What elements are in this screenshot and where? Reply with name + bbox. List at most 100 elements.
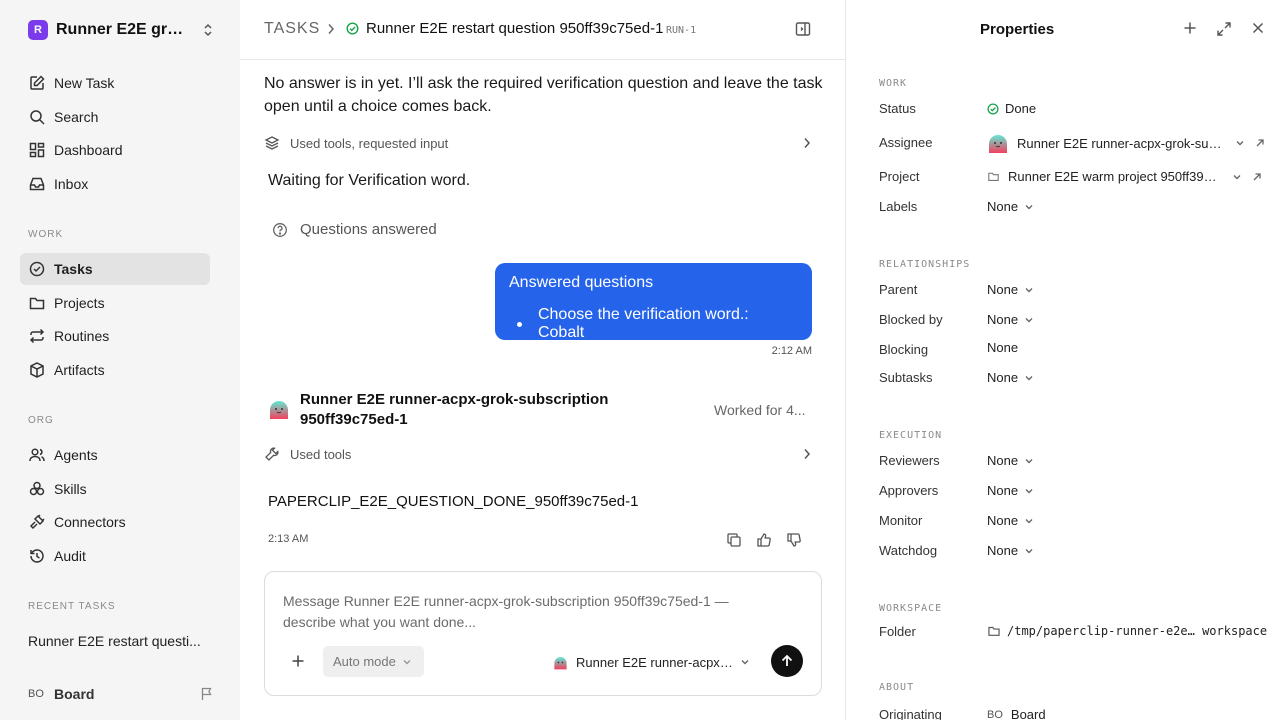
agent-selector-label: Runner E2E runner-acpx-... — [576, 654, 734, 670]
dashboard-icon — [28, 141, 46, 159]
approvers-text: None — [987, 483, 1019, 498]
flag-icon[interactable] — [200, 687, 214, 701]
chevron-down-icon — [1024, 516, 1034, 526]
message-composer: Message Runner E2E runner-acpx-grok-subs… — [264, 571, 822, 696]
questions-answered-label: Questions answered — [300, 221, 437, 238]
folder-path: /tmp/paperclip-runner-e2e… workspace — [1007, 624, 1268, 638]
folder-value[interactable]: /tmp/paperclip-runner-e2e… workspace — [987, 624, 1267, 638]
chevron-down-icon — [1024, 486, 1034, 496]
blocking-value: None — [987, 340, 1018, 355]
labels-label: Labels — [879, 199, 918, 214]
originating-value[interactable]: BO Board — [987, 707, 1046, 720]
chevron-down-icon — [1232, 172, 1242, 182]
questions-answered-row: Questions answered — [272, 221, 437, 238]
mode-selector[interactable]: Auto mode — [323, 646, 424, 677]
labels-value[interactable]: None — [987, 199, 1034, 214]
close-icon[interactable] — [1251, 21, 1265, 35]
workspace-name: Runner E2E grok-... — [56, 21, 192, 38]
nav-label: Dashboard — [54, 142, 123, 158]
users-icon — [28, 446, 46, 464]
blocking-text: None — [987, 340, 1019, 355]
board-footer[interactable]: BO Board — [28, 683, 214, 705]
watchdog-value[interactable]: None — [987, 543, 1034, 558]
nav-agents[interactable]: Agents — [20, 439, 210, 471]
about-heading: ABOUT — [879, 682, 915, 693]
result-timestamp: 2:13 AM — [268, 533, 309, 545]
tool-usage-row[interactable]: Used tools — [264, 444, 812, 464]
monitor-label: Monitor — [879, 513, 923, 528]
chevron-down-icon — [1024, 315, 1034, 325]
blocked-by-value[interactable]: None — [987, 312, 1034, 327]
agent-avatar — [553, 655, 568, 670]
assignee-value[interactable]: Runner E2E runner-acpx-grok-sub... — [987, 132, 1267, 154]
chevron-right-icon — [802, 136, 812, 150]
project-name: Runner E2E warm project 950ff39c... — [1008, 169, 1220, 184]
chevron-down-icon — [1024, 373, 1034, 383]
nav-new-task[interactable]: New Task — [20, 67, 210, 99]
agent-name: Runner E2E runner-acpx-grok-subscription… — [300, 391, 609, 428]
nav-skills[interactable]: Skills — [20, 473, 210, 505]
agent-avatar — [987, 132, 1009, 154]
chevron-down-icon — [1235, 138, 1245, 148]
chevron-down-icon — [1024, 546, 1034, 556]
panel-toggle-icon[interactable] — [794, 20, 812, 38]
workspace-switcher[interactable]: R Runner E2E grok-... — [28, 19, 214, 41]
chevron-down-icon — [1024, 202, 1034, 212]
nav-dashboard[interactable]: Dashboard — [20, 134, 210, 166]
worked-for[interactable]: Worked for 4... — [714, 402, 814, 418]
approvers-value[interactable]: None — [987, 483, 1034, 498]
nav-inbox[interactable]: Inbox — [20, 168, 210, 200]
expand-icon[interactable] — [1216, 21, 1232, 37]
nav-label: Search — [54, 109, 99, 125]
status-value[interactable]: Done — [987, 101, 1036, 116]
mode-label: Auto mode — [333, 654, 396, 669]
plus-icon[interactable] — [1183, 21, 1197, 35]
plus-icon[interactable] — [291, 654, 305, 668]
folder-label: Folder — [879, 624, 916, 639]
bubble-timestamp: 2:12 AM — [771, 345, 812, 357]
nav-connectors[interactable]: Connectors — [20, 506, 210, 538]
blocked-by-label: Blocked by — [879, 312, 943, 327]
copy-icon[interactable] — [726, 532, 742, 548]
parent-text: None — [987, 282, 1019, 297]
history-icon — [28, 547, 46, 565]
nav-label: Connectors — [54, 514, 126, 530]
nav-search[interactable]: Search — [20, 101, 210, 133]
sidebar: R Runner E2E grok-... New Task Search Da… — [0, 0, 240, 720]
originating-name: Board — [1010, 707, 1046, 720]
send-button[interactable] — [771, 645, 803, 677]
chevron-right-icon — [326, 22, 336, 36]
breadcrumb-tasks[interactable]: TASKS — [264, 20, 320, 38]
external-link-icon[interactable] — [1255, 138, 1265, 148]
blocked-by-text: None — [987, 312, 1019, 327]
reviewers-value[interactable]: None — [987, 453, 1034, 468]
subtasks-value[interactable]: None — [987, 370, 1034, 385]
external-link-icon[interactable] — [1252, 172, 1262, 182]
section-work-heading: WORK — [28, 229, 64, 240]
nav-audit[interactable]: Audit — [20, 540, 210, 572]
nav-projects[interactable]: Projects — [20, 287, 210, 319]
project-value[interactable]: Runner E2E warm project 950ff39c... — [987, 169, 1267, 184]
monitor-value[interactable]: None — [987, 513, 1034, 528]
agent-selector[interactable]: Runner E2E runner-acpx-... — [553, 652, 753, 672]
task-title: Runner E2E restart question 950ff39c75ed… — [366, 20, 664, 37]
nav-routines[interactable]: Routines — [20, 320, 210, 352]
bullet — [517, 321, 522, 327]
nav-label: Skills — [54, 481, 87, 497]
layers-icon — [264, 135, 280, 151]
assignee-label: Assignee — [879, 135, 933, 150]
parent-value[interactable]: None — [987, 282, 1034, 297]
tool-usage-row[interactable]: Used tools, requested input — [264, 133, 812, 153]
thumbs-up-icon[interactable] — [756, 532, 772, 548]
nav-tasks[interactable]: Tasks — [20, 253, 210, 285]
recent-task-item[interactable]: Runner E2E restart questi... — [28, 633, 208, 649]
skills-icon — [28, 480, 46, 498]
thumbs-down-icon[interactable] — [786, 532, 802, 548]
box-icon — [28, 361, 46, 379]
chevrons-up-down-icon — [202, 23, 214, 37]
message-input[interactable]: Message Runner E2E runner-acpx-grok-subs… — [283, 591, 783, 633]
watchdog-label: Watchdog — [879, 543, 938, 558]
chevron-down-icon — [402, 657, 412, 667]
assistant-message-text: No answer is in yet. I’ll ask the requir… — [264, 75, 823, 115]
nav-artifacts[interactable]: Artifacts — [20, 354, 210, 386]
